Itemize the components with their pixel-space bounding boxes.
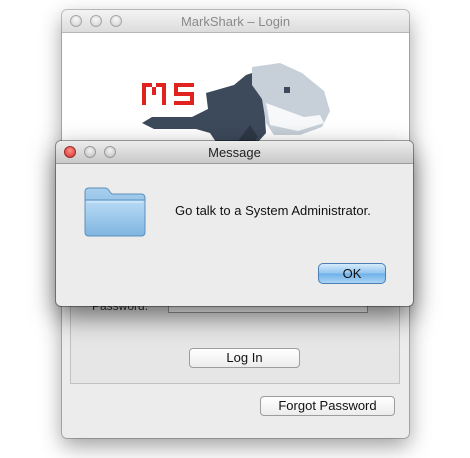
markshark-logo: MS xyxy=(142,63,330,151)
ok-button[interactable]: OK xyxy=(318,263,386,284)
forgot-password-button[interactable]: Forgot Password xyxy=(260,396,395,416)
message-dialog: Message Go talk to a System Administrato… xyxy=(56,141,413,306)
dialog-message: Go talk to a System Administrator. xyxy=(175,203,371,218)
logo-ms-letters xyxy=(142,83,194,105)
dialog-title: Message xyxy=(208,145,261,160)
login-titlebar: MarkShark – Login xyxy=(62,10,409,33)
window-title: MarkShark – Login xyxy=(180,14,291,29)
dialog-titlebar: Message xyxy=(56,141,413,164)
shark-graphic xyxy=(142,63,330,151)
folder-icon xyxy=(84,187,146,237)
login-button[interactable]: Log In xyxy=(189,348,300,368)
